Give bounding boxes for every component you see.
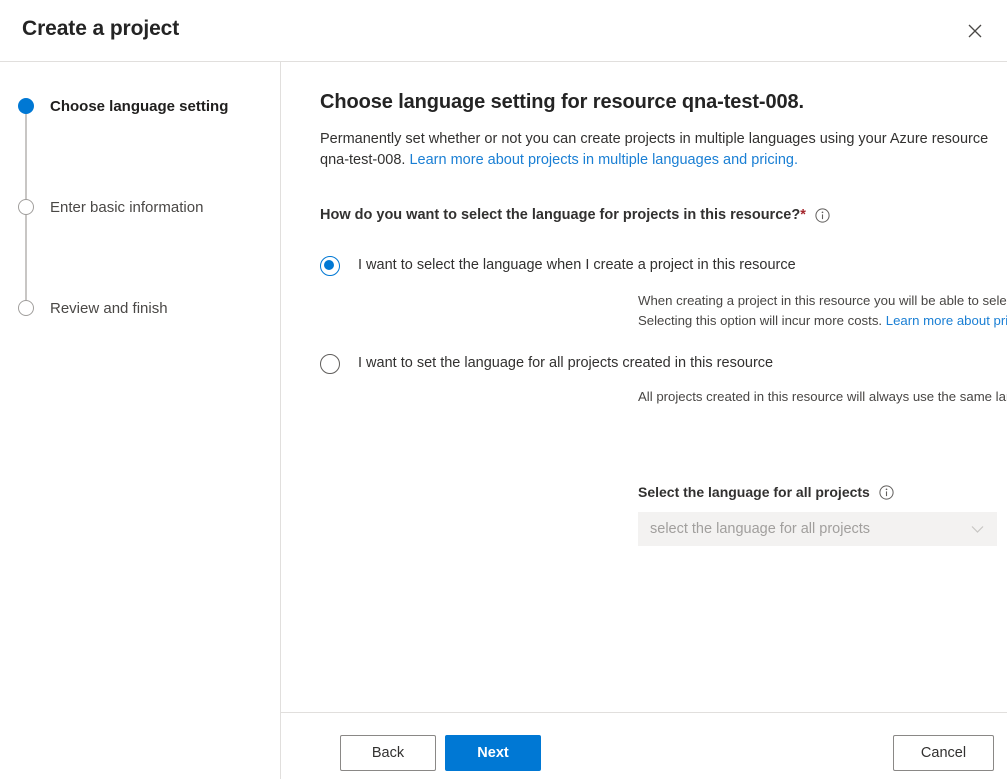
dialog-footer: Back Next Cancel	[281, 712, 1007, 779]
sidebar-item-review-and-finish[interactable]: Review and finish	[18, 297, 168, 319]
language-select-dropdown[interactable]: select the language for all projects	[638, 512, 997, 546]
radio-option-label: I want to set the language for all proje…	[358, 353, 773, 373]
radio-option-select-per-project[interactable]: I want to select the language when I cre…	[320, 255, 796, 276]
radio-option-help-text: All projects created in this resource wi…	[638, 387, 1007, 407]
close-icon[interactable]	[957, 13, 993, 49]
learn-more-multiple-languages-link[interactable]: Learn more about projects in multiple la…	[409, 152, 798, 168]
back-button[interactable]: Back	[340, 735, 436, 771]
sidebar-item-label: Review and finish	[50, 300, 168, 317]
required-marker: *	[800, 207, 806, 223]
info-icon[interactable]	[879, 485, 894, 500]
dropdown-label-row: Select the language for all projects	[638, 484, 894, 500]
radio-option-label: I want to select the language when I cre…	[358, 255, 796, 275]
radio-option-set-for-all-projects[interactable]: I want to set the language for all proje…	[320, 353, 773, 374]
step-marker-inactive-icon	[18, 199, 34, 215]
dropdown-label: Select the language for all projects	[638, 484, 870, 500]
page-title: Create a project	[22, 17, 179, 41]
radio-mark-unchecked[interactable]	[320, 354, 340, 374]
learn-more-pricing-link[interactable]: Learn more about pricing	[886, 313, 1007, 328]
main-panel: Choose language setting for resource qna…	[281, 62, 1007, 712]
main-heading: Choose language setting for resource qna…	[320, 91, 804, 114]
radio-option-help-text: When creating a project in this resource…	[638, 291, 1007, 331]
info-icon[interactable]	[815, 208, 830, 223]
sidebar-item-choose-language-setting[interactable]: Choose language setting	[18, 95, 228, 117]
help-text-line-1: When creating a project in this resource…	[638, 293, 1007, 308]
dialog-header: Create a project	[0, 0, 1007, 62]
next-button[interactable]: Next	[445, 735, 541, 771]
sidebar-item-enter-basic-information[interactable]: Enter basic information	[18, 196, 203, 218]
wizard-sidebar: Choose language setting Enter basic info…	[0, 62, 281, 779]
chevron-down-icon	[971, 525, 985, 534]
cancel-button[interactable]: Cancel	[893, 735, 994, 771]
dropdown-placeholder: select the language for all projects	[650, 521, 971, 537]
main-description: Permanently set whether or not you can c…	[320, 129, 992, 171]
question-label: How do you want to select the language f…	[320, 207, 800, 223]
radio-mark-checked[interactable]	[320, 256, 340, 276]
help-text-line-1: All projects created in this resource wi…	[638, 389, 1007, 404]
help-text-line-2: Selecting this option will incur more co…	[638, 313, 886, 328]
question-row: How do you want to select the language f…	[320, 207, 830, 223]
step-marker-inactive-icon	[18, 300, 34, 316]
sidebar-item-label: Choose language setting	[50, 98, 228, 115]
step-marker-active-icon	[18, 98, 34, 114]
sidebar-item-label: Enter basic information	[50, 199, 203, 216]
